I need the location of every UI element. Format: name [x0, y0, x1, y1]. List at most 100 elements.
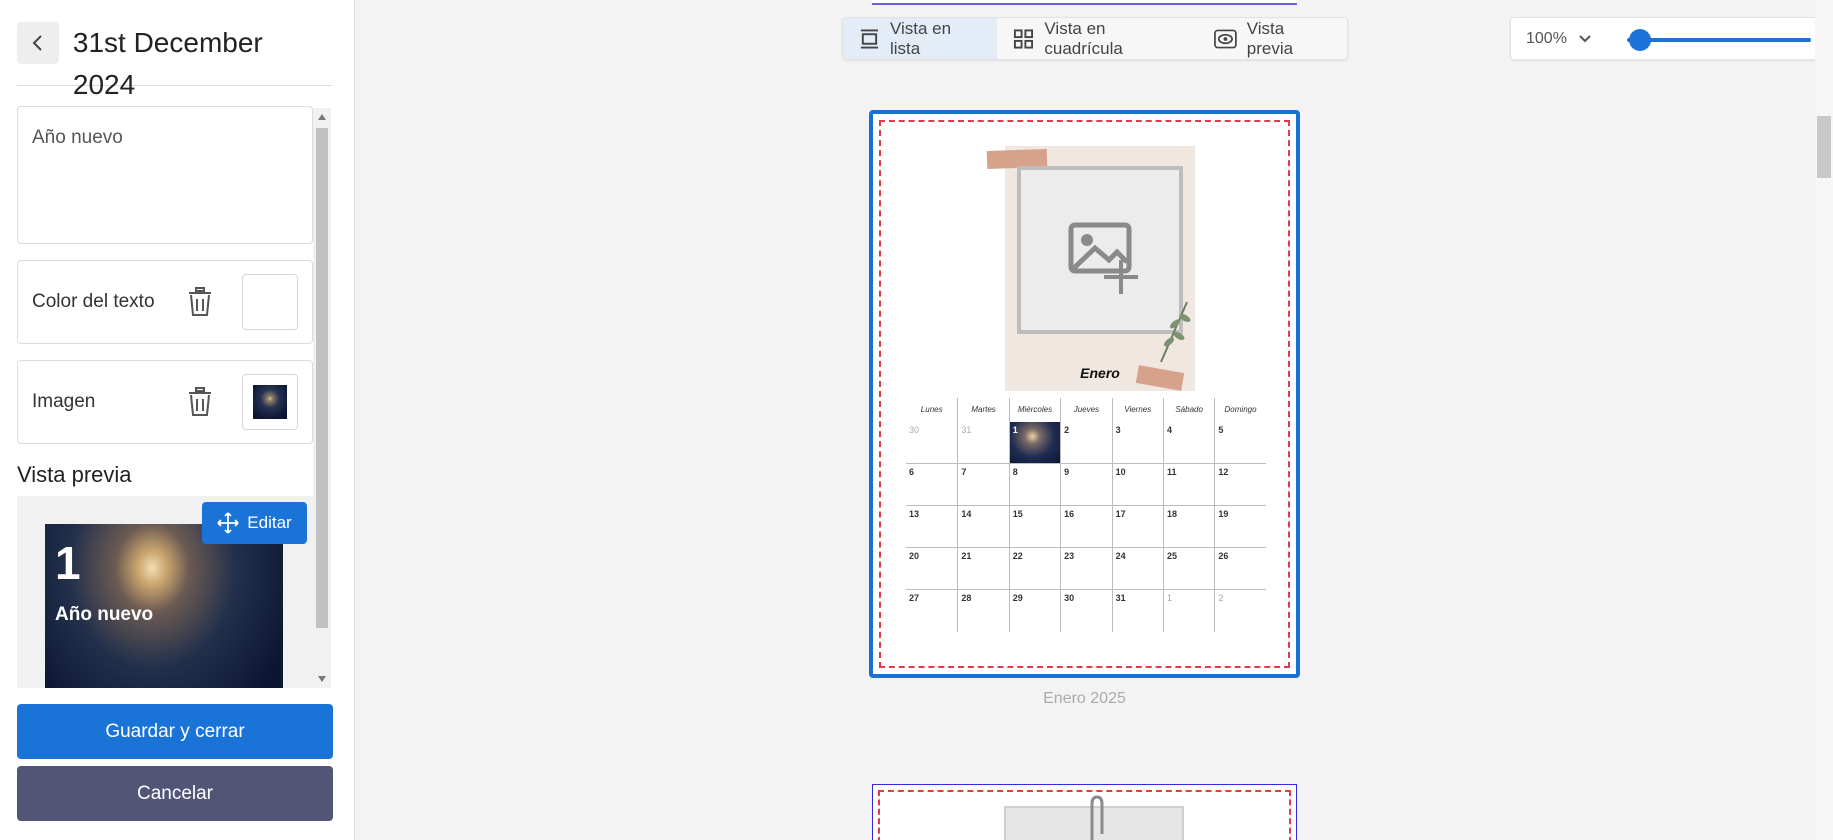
save-and-close-button[interactable]: Guardar y cerrar	[17, 704, 333, 759]
day-cell[interactable]: 31	[957, 422, 1008, 463]
day-cell[interactable]: 1	[1162, 590, 1214, 632]
day-cell[interactable]: 3	[1111, 422, 1163, 463]
calendar-page-january[interactable]: Enero Lunes Martes Miércoles Jueves Vier…	[869, 110, 1300, 678]
previous-page-edge	[872, 0, 1297, 5]
calendar-grid: Lunes Martes Miércoles Jueves Viernes Sá…	[906, 398, 1266, 632]
day-cell[interactable]: 10	[1111, 464, 1163, 505]
day-cell[interactable]: 11	[1162, 464, 1214, 505]
weekday-label: Domingo	[1214, 398, 1265, 422]
month-title: Enero	[1080, 365, 1120, 381]
day-cell[interactable]: 19	[1214, 506, 1265, 547]
zoom-slider-fill	[1627, 38, 1811, 42]
chevron-down-icon[interactable]	[1579, 34, 1591, 43]
page-title: 31st December 2024	[72, 27, 263, 100]
text-color-label: Color del texto	[32, 291, 155, 312]
fireworks-thumbnail	[253, 385, 287, 419]
polaroid-photo: Enero	[986, 146, 1195, 391]
view-grid-label: Vista en cuadrícula	[1044, 18, 1123, 58]
day-cell[interactable]: 8	[1008, 464, 1060, 505]
main-scrollbar[interactable]	[1815, 0, 1833, 840]
view-preview-button[interactable]: Vista previa	[1198, 18, 1347, 59]
calendar-page-next[interactable]	[872, 784, 1297, 840]
preview-heading: Vista previa	[17, 462, 132, 487]
day-cell[interactable]: 22	[1008, 548, 1060, 589]
day-cell[interactable]: 20	[906, 548, 957, 589]
move-icon	[217, 512, 239, 534]
day-cell[interactable]: 27	[906, 590, 957, 632]
zoom-control: 100%	[1510, 17, 1823, 60]
day-cell-with-image[interactable]: 1	[1008, 422, 1061, 463]
day-cell[interactable]: 30	[906, 422, 957, 463]
scroll-down-icon[interactable]	[318, 676, 326, 682]
event-text-input[interactable]: Año nuevo	[17, 106, 313, 244]
weekday-label: Jueves	[1060, 398, 1111, 422]
zoom-select[interactable]: 100%	[1526, 30, 1567, 48]
day-cell[interactable]: 14	[957, 506, 1008, 547]
sidebar-scrollbar[interactable]	[313, 108, 331, 688]
day-cell[interactable]: 29	[1008, 590, 1060, 632]
view-preview-label: Vista previa	[1246, 18, 1294, 58]
day-cell[interactable]: 28	[957, 590, 1008, 632]
scroll-up-icon[interactable]	[318, 114, 326, 120]
day-cell[interactable]: 9	[1060, 464, 1111, 505]
back-button[interactable]	[17, 22, 59, 64]
preview-day-number: 1	[55, 537, 81, 589]
day-cell[interactable]: 18	[1162, 506, 1214, 547]
day-cell[interactable]: 24	[1111, 548, 1163, 589]
main-scroll-thumb[interactable]	[1817, 116, 1831, 178]
sidebar-scroll-thumb[interactable]	[316, 128, 328, 628]
trash-icon[interactable]	[186, 287, 214, 317]
image-thumbnail-button[interactable]	[242, 374, 298, 430]
bleed-guide	[878, 790, 1291, 840]
sidebar-scroll-area[interactable]: Año nuevo Color del texto Imagen Vista p…	[17, 106, 334, 688]
view-list-label: Vista en lista	[889, 18, 952, 58]
preview-event-text: Año nuevo	[55, 604, 154, 625]
preview-panel: 1 Año nuevo Editar	[17, 496, 313, 688]
day-cell[interactable]: 13	[906, 506, 957, 547]
calendar-week: 13 14 15 16 17 18 19	[906, 506, 1266, 548]
preview-image: 1 Año nuevo	[45, 524, 283, 688]
trash-icon[interactable]	[186, 387, 214, 417]
day-cell[interactable]: 2	[1060, 422, 1111, 463]
paperclip-icon	[1090, 795, 1104, 840]
image-row: Imagen	[17, 360, 313, 444]
day-cell[interactable]: 6	[906, 464, 957, 505]
day-cell[interactable]: 7	[957, 464, 1008, 505]
day-cell[interactable]: 25	[1162, 548, 1214, 589]
weekday-label: Miércoles	[1008, 398, 1060, 422]
calendar-week: 6 7 8 9 10 11 12	[906, 464, 1266, 506]
day-cell[interactable]: 17	[1111, 506, 1163, 547]
view-grid-button[interactable]: Vista en cuadrícula	[997, 18, 1197, 59]
edit-button-label: Editar	[247, 513, 292, 532]
day-cell[interactable]: 5	[1214, 422, 1265, 463]
eye-icon	[1214, 29, 1237, 48]
day-cell[interactable]: 2	[1214, 590, 1265, 632]
day-cell[interactable]: 12	[1214, 464, 1265, 505]
zoom-slider-track[interactable]	[1627, 38, 1811, 42]
list-view-icon	[860, 28, 879, 49]
sidebar-header: 31st December 2024	[17, 22, 332, 100]
bleed-guide: Enero Lunes Martes Miércoles Jueves Vier…	[879, 120, 1290, 668]
day-cell[interactable]: 4	[1162, 422, 1214, 463]
page-caption: Enero 2025	[1043, 690, 1126, 707]
event-editor-sidebar: 31st December 2024 Año nuevo Color del t…	[0, 0, 355, 840]
view-list-button[interactable]: Vista en lista	[843, 18, 998, 59]
text-color-swatch[interactable]	[242, 274, 298, 330]
weekday-label: Lunes	[920, 405, 943, 414]
day-cell[interactable]: 15	[1008, 506, 1060, 547]
day-cell[interactable]: 21	[957, 548, 1008, 589]
leaf-branch-icon	[1160, 301, 1191, 363]
zoom-slider-handle[interactable]	[1629, 29, 1651, 51]
calendar-week: 27 28 29 30 31 1 2	[906, 590, 1266, 632]
weekday-label: Martes	[957, 398, 1008, 422]
day-cell[interactable]: 23	[1060, 548, 1111, 589]
weekday-label: Sábado	[1162, 398, 1214, 422]
day-cell[interactable]: 16	[1060, 506, 1111, 547]
grid-view-icon	[1014, 28, 1034, 49]
day-cell[interactable]: 31	[1111, 590, 1163, 632]
edit-button[interactable]: Editar	[202, 502, 307, 544]
cancel-button[interactable]: Cancelar	[17, 766, 333, 821]
day-cell[interactable]: 26	[1214, 548, 1265, 589]
calendar-week: 30 31 1 2 3 4 5	[906, 422, 1266, 464]
day-cell[interactable]: 30	[1060, 590, 1111, 632]
